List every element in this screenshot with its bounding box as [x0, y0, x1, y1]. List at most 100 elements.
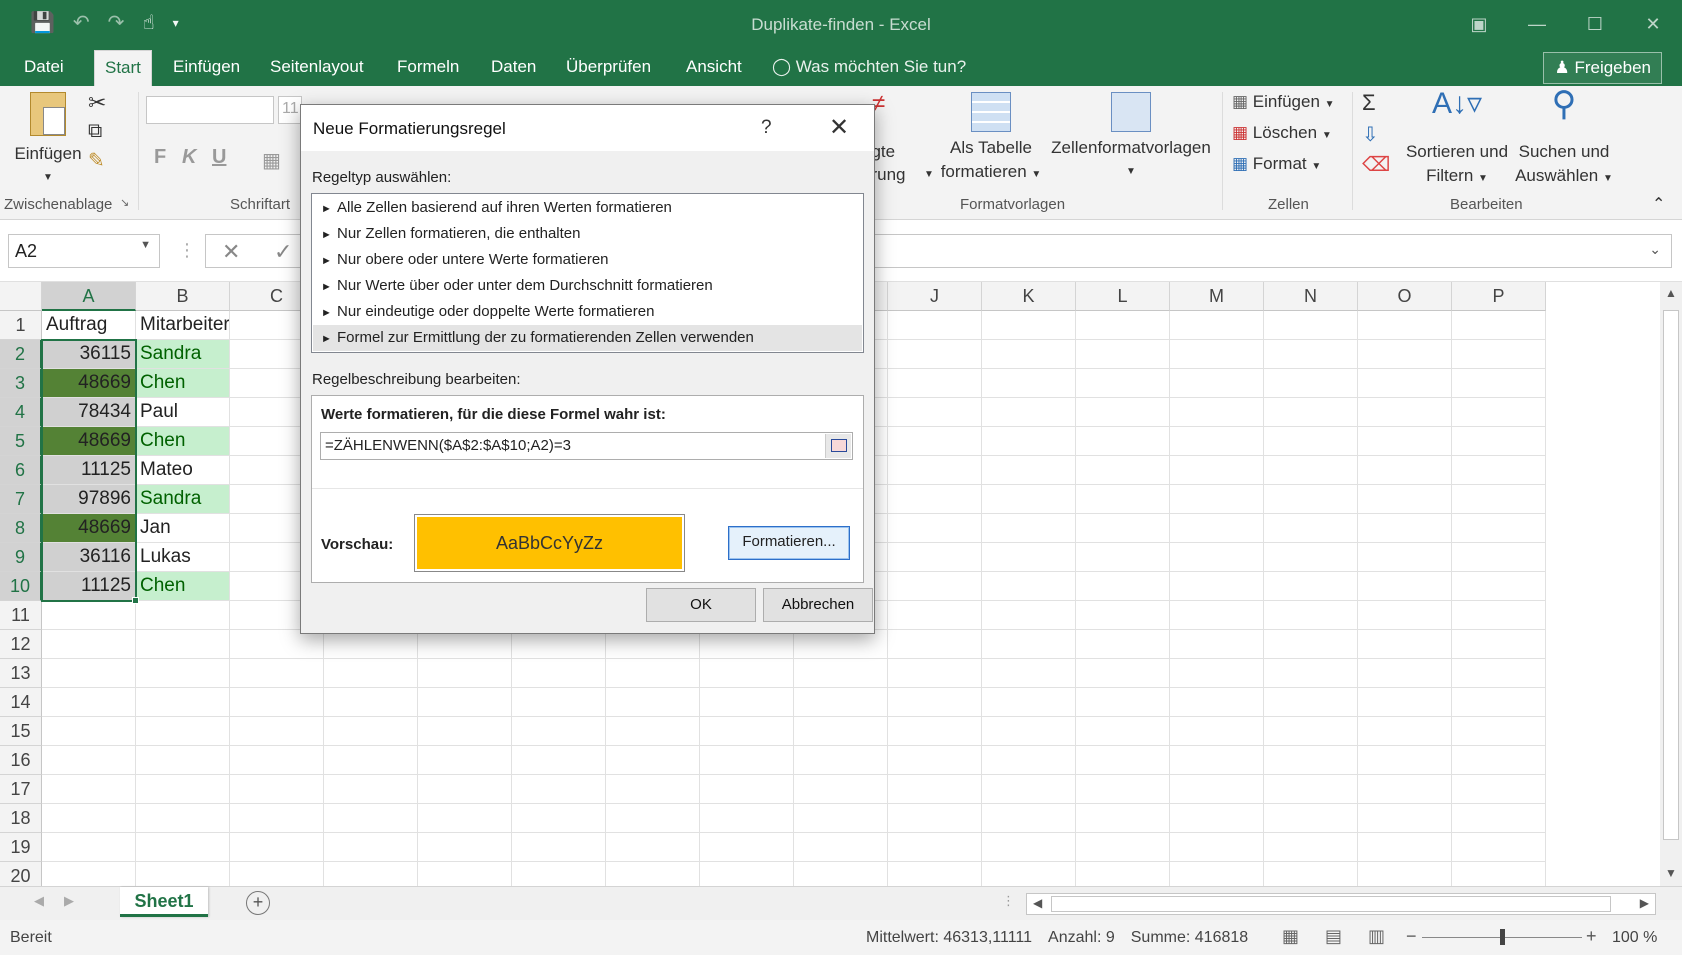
page-break-icon[interactable]: ▥ [1368, 926, 1385, 947]
insert-cells-button[interactable]: ▦ Einfügen ▼ [1232, 92, 1335, 112]
cell[interactable] [700, 688, 794, 717]
cell[interactable] [1264, 630, 1358, 659]
cell[interactable] [418, 746, 512, 775]
cell[interactable]: Paul [136, 398, 230, 427]
cell[interactable] [606, 717, 700, 746]
cell[interactable] [512, 804, 606, 833]
column-header-o[interactable]: O [1358, 282, 1452, 311]
cell[interactable]: 48669 [42, 514, 136, 543]
cell[interactable] [1170, 659, 1264, 688]
column-header-l[interactable]: L [1076, 282, 1170, 311]
cell[interactable] [982, 485, 1076, 514]
cell[interactable] [606, 804, 700, 833]
column-header-k[interactable]: K [982, 282, 1076, 311]
cell[interactable] [606, 775, 700, 804]
share-button[interactable]: ♟ Freigeben [1543, 52, 1662, 84]
cell[interactable] [982, 746, 1076, 775]
cell[interactable] [888, 746, 982, 775]
cell[interactable] [136, 833, 230, 862]
rule-type-item[interactable]: ► Nur Werte über oder unter dem Durchschn… [313, 273, 862, 299]
cell[interactable] [888, 717, 982, 746]
rule-type-item[interactable]: ► Nur Zellen formatieren, die enthalten [313, 221, 862, 247]
cell[interactable] [794, 804, 888, 833]
cell[interactable] [1452, 601, 1546, 630]
cell[interactable] [1452, 398, 1546, 427]
cell[interactable] [794, 775, 888, 804]
bold-button[interactable]: F [154, 146, 166, 169]
cell[interactable] [418, 833, 512, 862]
cell[interactable]: 97896 [42, 485, 136, 514]
cell[interactable] [1358, 456, 1452, 485]
scroll-thumb[interactable] [1051, 896, 1611, 912]
cell[interactable] [42, 659, 136, 688]
row-header-13[interactable]: 13 [0, 659, 42, 688]
cell[interactable] [1170, 688, 1264, 717]
cancel-icon[interactable]: ✕ [222, 239, 240, 265]
cell[interactable] [888, 456, 982, 485]
cell[interactable] [1264, 572, 1358, 601]
cell[interactable] [1358, 427, 1452, 456]
expand-formula-icon[interactable]: ⌄ [1649, 241, 1661, 258]
cell[interactable] [982, 340, 1076, 369]
cell[interactable] [136, 601, 230, 630]
cell[interactable] [1170, 804, 1264, 833]
row-header-7[interactable]: 7 [0, 485, 42, 514]
cell[interactable] [982, 775, 1076, 804]
cell[interactable] [230, 659, 324, 688]
cell[interactable] [888, 659, 982, 688]
rule-type-item[interactable]: ► Nur eindeutige oder doppelte Werte form… [313, 299, 862, 325]
cell[interactable] [794, 688, 888, 717]
cell[interactable] [1452, 456, 1546, 485]
cell[interactable] [1452, 427, 1546, 456]
cell[interactable] [982, 804, 1076, 833]
row-header-19[interactable]: 19 [0, 833, 42, 862]
ribbon-display-icon[interactable]: ▣ [1450, 0, 1508, 48]
cell[interactable] [982, 514, 1076, 543]
cell[interactable] [324, 804, 418, 833]
cell[interactable] [1076, 688, 1170, 717]
cell[interactable] [1170, 514, 1264, 543]
cell[interactable] [1170, 717, 1264, 746]
cell[interactable] [1452, 717, 1546, 746]
cell[interactable] [888, 340, 982, 369]
zoom-out-icon[interactable]: − [1406, 926, 1417, 947]
cell[interactable] [324, 688, 418, 717]
copy-icon[interactable]: ⧉ [88, 120, 102, 143]
cell[interactable] [1358, 311, 1452, 340]
cell[interactable] [1452, 775, 1546, 804]
cell[interactable] [1076, 311, 1170, 340]
select-all-corner[interactable] [0, 282, 42, 311]
cell[interactable] [1452, 369, 1546, 398]
cell[interactable]: Chen [136, 427, 230, 456]
cell[interactable] [982, 659, 1076, 688]
cell[interactable] [1264, 833, 1358, 862]
cell[interactable] [700, 804, 794, 833]
cell[interactable] [1076, 398, 1170, 427]
cell[interactable] [982, 398, 1076, 427]
cell[interactable]: Sandra [136, 485, 230, 514]
cell[interactable]: Sandra [136, 340, 230, 369]
cell[interactable] [982, 543, 1076, 572]
paste-button[interactable]: Einfügen ▼ [10, 92, 86, 190]
name-box[interactable]: A2 ▼ [8, 234, 160, 268]
cell[interactable] [1358, 514, 1452, 543]
cell[interactable] [230, 833, 324, 862]
cell[interactable]: Mitarbeiter [136, 311, 230, 340]
cell[interactable] [42, 804, 136, 833]
cell[interactable] [512, 659, 606, 688]
rule-type-list[interactable]: ► Alle Zellen basierend auf ihren Werten … [311, 193, 864, 353]
cell[interactable] [794, 746, 888, 775]
cell[interactable] [1452, 485, 1546, 514]
close-icon[interactable]: ✕ [1624, 0, 1682, 48]
cell[interactable] [136, 746, 230, 775]
cell[interactable] [1358, 630, 1452, 659]
cell[interactable] [1264, 601, 1358, 630]
font-size-box[interactable]: 11 [278, 96, 302, 124]
cell[interactable] [1170, 543, 1264, 572]
cell[interactable] [1076, 369, 1170, 398]
formula-input-field[interactable]: =ZÄHLENWENN($A$2:$A$10;A2)=3 [320, 432, 853, 460]
cell[interactable]: 11125 [42, 456, 136, 485]
row-header-15[interactable]: 15 [0, 717, 42, 746]
cell[interactable] [136, 688, 230, 717]
cell[interactable] [324, 659, 418, 688]
